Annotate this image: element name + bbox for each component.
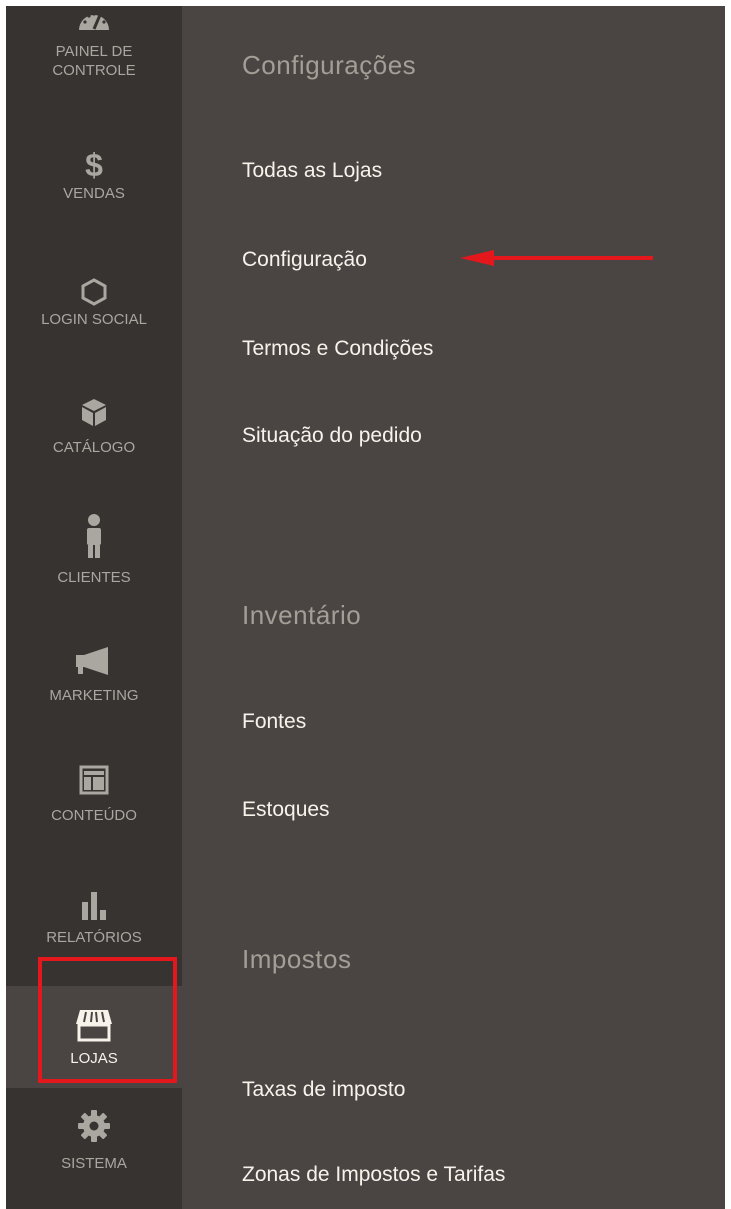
menu-link-situacao-do-pedido[interactable]: Situação do pedido [242, 424, 422, 448]
sidebar-item-stores[interactable]: LOJAS [6, 986, 182, 1088]
sidebar-item-label: CLIENTES [57, 569, 131, 586]
person-icon [84, 510, 104, 562]
menu-link-todas-as-lojas[interactable]: Todas as Lojas [242, 159, 382, 183]
sidebar-item-customers[interactable]: CLIENTES [6, 510, 182, 610]
sidebar-item-label: PAINEL DE CONTROLE [52, 43, 136, 79]
sidebar-item-label: LOJAS [70, 1049, 118, 1067]
store-icon [74, 1007, 114, 1043]
sidebar-item-label: SISTEMA [61, 1155, 127, 1172]
sidebar-item-label: MARKETING [49, 687, 139, 704]
sidebar-item-label: CONTEÚDO [51, 807, 137, 824]
dollar-icon: $ [85, 146, 103, 183]
layout-icon [79, 762, 109, 798]
menu-link-estoques[interactable]: Estoques [242, 798, 330, 822]
hexagon-icon [81, 274, 107, 310]
bar-chart-icon [79, 886, 109, 922]
sidebar-item-reports[interactable]: RELATÓRIOS [6, 886, 182, 966]
sidebar-item-social-login[interactable]: LOGIN SOCIAL [6, 274, 182, 374]
sidebar-item-catalog[interactable]: CATÁLOGO [6, 394, 182, 494]
sidebar-item-dashboard[interactable]: PAINEL DE CONTROLE [6, 6, 182, 121]
sidebar-item-label: RELATÓRIOS [46, 929, 142, 946]
stores-submenu-panel: Configurações Todas as Lojas Configuraçã… [182, 6, 725, 1209]
sidebar-item-marketing[interactable]: MARKETING [6, 642, 182, 742]
gear-icon [77, 1104, 111, 1148]
sidebar-item-label: CATÁLOGO [52, 439, 136, 456]
dashboard-gauge-icon [77, 6, 111, 42]
sidebar-item-label: LOGIN SOCIAL [41, 311, 147, 328]
section-title-impostos: Impostos [242, 944, 352, 974]
annotation-arrow [460, 250, 653, 266]
sidebar-item-sales[interactable]: $ VENDAS [6, 146, 182, 246]
box-icon [80, 394, 108, 430]
menu-link-taxas-de-imposto[interactable]: Taxas de imposto [242, 1078, 405, 1102]
menu-link-zonas-de-impostos-e-tarifas[interactable]: Zonas de Impostos e Tarifas [242, 1163, 505, 1187]
sidebar-item-content[interactable]: CONTEÚDO [6, 762, 182, 862]
sidebar-item-system[interactable]: SISTEMA [6, 1104, 182, 1209]
admin-sidebar: PAINEL DE CONTROLE $ VENDAS LOGIN SOCIAL [6, 6, 182, 1209]
menu-link-termos-e-condicoes[interactable]: Termos e Condições [242, 337, 433, 361]
admin-frame: PAINEL DE CONTROLE $ VENDAS LOGIN SOCIAL [6, 6, 725, 1209]
sidebar-item-label: VENDAS [63, 185, 125, 202]
section-title-inventario: Inventário [242, 600, 362, 630]
section-title-configuracoes: Configurações [242, 50, 417, 80]
megaphone-icon [74, 642, 114, 678]
menu-link-fontes[interactable]: Fontes [242, 710, 306, 734]
menu-link-configuracao[interactable]: Configuração [242, 248, 367, 272]
